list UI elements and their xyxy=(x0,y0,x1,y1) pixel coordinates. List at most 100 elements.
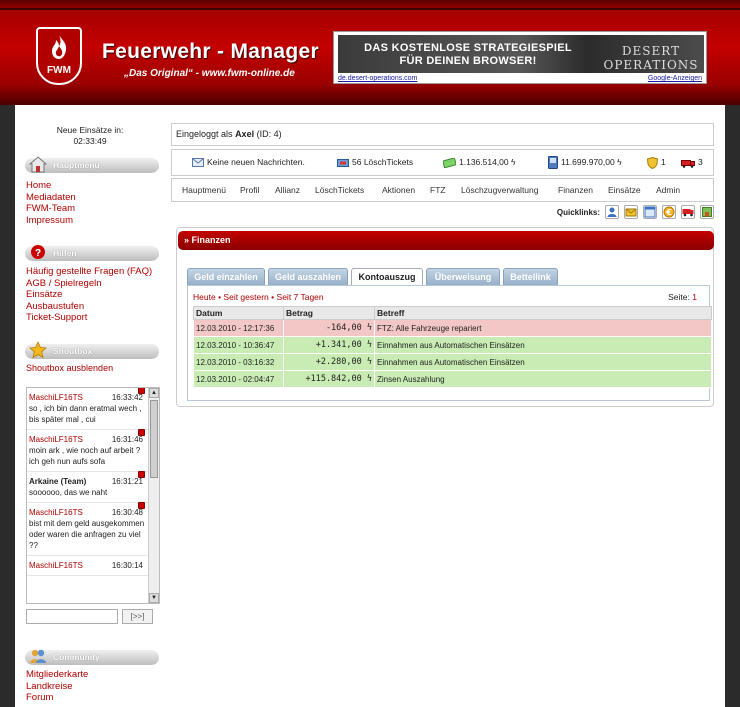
scroll-thumb[interactable] xyxy=(150,400,158,478)
shout-time: 16:31:46 xyxy=(111,435,143,444)
euro-icon[interactable]: € xyxy=(662,205,676,219)
tab-bettellink[interactable]: Bettellink xyxy=(503,268,558,285)
nav-faq[interactable]: Häufig gestellte Fragen (FAQ) xyxy=(26,266,152,278)
shout-time: 16:30:14 xyxy=(111,561,143,570)
tickets-status[interactable]: 56 LöschTickets xyxy=(337,150,413,175)
fire-truck-icon xyxy=(681,159,695,168)
question-icon: ? xyxy=(31,245,45,259)
money-status[interactable]: 1.136.514,00 ϟ xyxy=(443,150,516,175)
filter-since-yesterday[interactable]: Seit gestern xyxy=(223,292,268,302)
shoutbox-scrollbar[interactable]: ▲ ▼ xyxy=(148,388,159,603)
nav-agb[interactable]: AGB / Spielregeln xyxy=(26,278,152,290)
page-link[interactable]: 1 xyxy=(692,292,697,302)
nav-home[interactable]: Home xyxy=(26,180,76,192)
shout-user[interactable]: MaschiLF16TS xyxy=(29,508,83,517)
nav-impressum[interactable]: Impressum xyxy=(26,215,76,227)
col-date: Datum xyxy=(193,306,284,320)
menu-loeschzugverwaltung[interactable]: Löschzugverwaltung xyxy=(461,179,539,201)
shout-time: 16:31:21 xyxy=(111,477,143,486)
google-ads-link[interactable]: Google-Anzeigen xyxy=(648,75,702,82)
tab-geld-einzahlen[interactable]: Geld einzahlen xyxy=(187,268,265,285)
ad-link[interactable]: de.desert-operations.com xyxy=(338,75,417,82)
help-title: Hilfen xyxy=(53,248,77,258)
nav-mitgliederkarte[interactable]: Mitgliederkarte xyxy=(26,669,88,681)
menu-profil[interactable]: Profil xyxy=(240,179,259,201)
menu-aktionen[interactable]: Aktionen xyxy=(382,179,415,201)
shoutbox-title: Shoutbox xyxy=(53,346,93,356)
shoutbox-header: Shoutbox xyxy=(25,341,159,359)
menu-hauptmenu[interactable]: Hauptmenü xyxy=(182,179,226,201)
main-content: Eingeloggt als Axel (ID: 4) Keine neuen … xyxy=(170,105,715,707)
tab-kontoauszug[interactable]: Kontoauszug xyxy=(351,268,423,285)
user-icon[interactable] xyxy=(605,205,619,219)
ad-banner[interactable]: DAS KOSTENLOSE STRATEGIESPIEL FÜR DEINEN… xyxy=(333,31,707,84)
scroll-down-icon[interactable]: ▼ xyxy=(149,593,159,603)
shout-header: MaschiLF16TS 16:31:46 xyxy=(29,434,147,445)
filter-7-days[interactable]: Seit 7 Tagen xyxy=(277,292,324,302)
money-text: 1.136.514,00 ϟ xyxy=(459,157,516,167)
login-user[interactable]: Axel xyxy=(235,129,254,139)
nav-landkreise[interactable]: Landkreise xyxy=(26,681,88,693)
table-row: 12.03.2010 - 10:36:47 +1.341,00 ϟ Einnah… xyxy=(193,336,712,354)
statement-body: Heute • Seit gestern • Seit 7 Tagen Seit… xyxy=(187,285,712,401)
star-icon xyxy=(29,341,47,359)
shout-message: MaschiLF16TS 16:30:48 bist mit dem geld … xyxy=(27,502,159,556)
nav-forum[interactable]: Forum xyxy=(26,692,88,704)
mainmenu-title: Hauptmenü xyxy=(53,160,100,170)
tab-ueberweisung[interactable]: Überweisung xyxy=(426,268,500,285)
menu-einsaetze[interactable]: Einsätze xyxy=(608,179,641,201)
nav-ausbaustufen[interactable]: Ausbaustufen xyxy=(26,301,152,313)
tab-geld-auszahlen[interactable]: Geld auszahlen xyxy=(268,268,348,285)
house-icon xyxy=(28,156,48,173)
window-icon[interactable] xyxy=(643,205,657,219)
filter-today[interactable]: Heute xyxy=(193,292,216,302)
shout-text: moin ark , wie noch auf arbeit ? ich geh… xyxy=(29,446,141,466)
header-topline xyxy=(0,8,740,10)
fwm-logo[interactable]: FWM xyxy=(36,27,82,85)
shout-input[interactable] xyxy=(26,609,118,624)
row-subject: FTZ: Alle Fahrzeuge repariert xyxy=(374,319,712,337)
panel-title: » Finanzen xyxy=(178,231,714,250)
mail-icon[interactable] xyxy=(624,205,638,219)
envelope-icon xyxy=(192,158,204,168)
shoutbox-hide-link[interactable]: Shoutbox ausblenden xyxy=(26,363,113,373)
shout-header: MaschiLF16TS 16:33:42 xyxy=(29,392,147,403)
community-list: Mitgliederkarte Landkreise Forum xyxy=(26,669,88,704)
badges-status[interactable]: 1 xyxy=(647,150,666,175)
ad-text-line2: FÜR DEINEN BROWSER! xyxy=(399,55,537,67)
menu-ftz[interactable]: FTZ xyxy=(430,179,446,201)
svg-text:?: ? xyxy=(35,248,41,259)
nav-ticket-support[interactable]: Ticket-Support xyxy=(26,312,152,324)
logo-text: FWM xyxy=(47,65,71,76)
menu-allianz[interactable]: Allianz xyxy=(275,179,300,201)
nav-einsaetze[interactable]: Einsätze xyxy=(26,289,152,301)
menu-admin[interactable]: Admin xyxy=(656,179,680,201)
shout-team-badge: (Team) xyxy=(60,477,87,486)
shout-user[interactable]: MaschiLF16TS xyxy=(29,561,83,570)
shout-send-button[interactable]: [>>] xyxy=(122,609,153,624)
nav-mediadaten[interactable]: Mediadaten xyxy=(26,192,76,204)
shoutbox[interactable]: MaschiLF16TS 16:33:42 so , ich bin dann … xyxy=(26,387,160,604)
site-title: Feuerwehr - Manager xyxy=(102,40,319,63)
messages-status[interactable]: Keine neuen Nachrichten. xyxy=(192,150,305,175)
row-subject: Einnahmen aus Automatischen Einsätzen xyxy=(374,353,712,371)
menu-loeschtickets[interactable]: LöschTickets xyxy=(315,179,364,201)
shout-user[interactable]: Arkaine xyxy=(29,477,58,486)
shout-user[interactable]: MaschiLF16TS xyxy=(29,393,83,402)
shout-time: 16:30:48 xyxy=(111,508,143,517)
ad-image[interactable]: DAS KOSTENLOSE STRATEGIESPIEL FÜR DEINEN… xyxy=(338,35,704,73)
help-header: ? Hilfen xyxy=(25,245,159,261)
shout-message: MaschiLF16TS 16:30:14 xyxy=(27,556,159,576)
row-subject: Zinsen Auszahlung xyxy=(374,370,712,388)
menu-finanzen[interactable]: Finanzen xyxy=(558,179,593,201)
shout-message: MaschiLF16TS 16:33:42 so , ich bin dann … xyxy=(27,388,159,430)
scroll-up-icon[interactable]: ▲ xyxy=(149,388,159,398)
status-bar: Keine neuen Nachrichten. 56 LöschTickets… xyxy=(171,149,714,176)
nav-fwm-team[interactable]: FWM-Team xyxy=(26,203,76,215)
bank-status[interactable]: 11.699.970,00 ϟ xyxy=(548,150,622,175)
building-icon[interactable] xyxy=(700,205,714,219)
shout-user[interactable]: MaschiLF16TS xyxy=(29,435,83,444)
filter-separator: • xyxy=(218,292,222,302)
vehicles-status[interactable]: 3 xyxy=(681,150,703,175)
fire-truck-icon[interactable] xyxy=(681,205,695,219)
